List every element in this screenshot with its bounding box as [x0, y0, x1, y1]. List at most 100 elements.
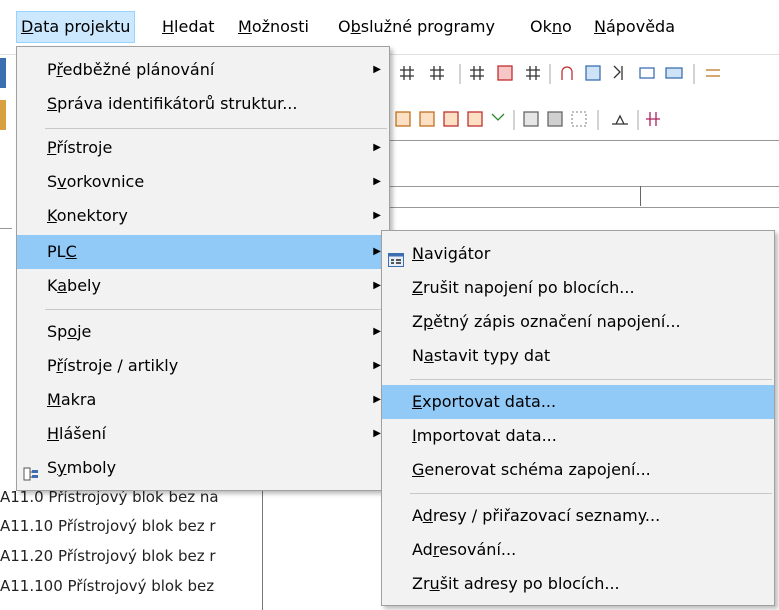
item-label-post: je	[77, 322, 92, 341]
item-label-post: avigátor	[423, 244, 491, 263]
item-label-pre: S	[47, 458, 58, 477]
list-overflow-mask	[262, 488, 291, 610]
submenu-arrow-icon: ▶	[373, 360, 381, 371]
menu-label-pre: O	[338, 17, 351, 36]
item-label-pre: P	[47, 60, 57, 79]
item-label-post: xportovat data...	[422, 392, 557, 411]
submenu-arrow-icon: ▶	[373, 280, 381, 291]
item-label-pre: PL	[47, 242, 66, 261]
item-label-pre: P	[47, 356, 57, 375]
item-label-post: práva identifikátorů struktur...	[57, 94, 298, 113]
menu-item-pristroje-artikly[interactable]: Přístroje / artikly ▶	[17, 349, 389, 383]
ruler-tick	[640, 186, 641, 206]
submenu-arrow-icon: ▶	[373, 394, 381, 405]
menu-item-symboly[interactable]: Symboly	[17, 451, 389, 485]
menu-item-spoje[interactable]: Spoje ▶	[17, 315, 389, 349]
item-label-post: bely	[67, 276, 101, 295]
menu-obsluzne-programy[interactable]: Obslužné programy	[334, 12, 499, 42]
item-label-post: stavit typy dat	[433, 346, 551, 365]
item-label-post: ístroje / artikly	[62, 356, 179, 375]
menu-item-nastavit-typy-dat[interactable]: Nastavit typy dat	[382, 339, 774, 373]
toolbar-edge-icon	[0, 58, 6, 88]
item-label-accel: Z	[412, 278, 423, 297]
plc-submenu: Navigátor Zrušit napojení po blocích... …	[381, 230, 775, 606]
menu-item-zrusit-napojeni[interactable]: Zrušit napojení po blocích...	[382, 271, 774, 305]
menu-item-navigator[interactable]: Navigátor	[382, 237, 774, 271]
item-label-pre: Ad	[412, 540, 433, 559]
item-label-pre: Z	[412, 312, 423, 331]
item-label-accel: C	[65, 242, 77, 261]
menu-item-plc[interactable]: PLC ▶	[17, 235, 389, 269]
item-label-accel: M	[47, 390, 61, 409]
menu-item-kabely[interactable]: Kabely ▶	[17, 269, 389, 303]
item-label-pre: Zr	[412, 574, 430, 593]
item-label-post: esování...	[439, 540, 517, 559]
item-label-pre: A	[412, 506, 423, 525]
item-label-post: rušit napojení po blocích...	[422, 278, 635, 297]
menu-label-post: ata projektu	[33, 17, 131, 36]
menu-label-accel: b	[350, 17, 361, 36]
item-label-post: ětný zápis označení napojení...	[433, 312, 681, 331]
menu-label-accel: M	[238, 17, 252, 36]
item-label-pre: N	[412, 346, 424, 365]
item-label-accel: u	[429, 574, 440, 593]
item-label-accel: S	[47, 94, 58, 113]
item-label-accel: d	[422, 506, 433, 525]
menu-label-accel: n	[551, 17, 562, 36]
menu-item-importovat-data[interactable]: Importovat data...	[382, 419, 774, 453]
item-label-post: onektory	[56, 206, 128, 225]
item-label-accel: v	[57, 172, 67, 191]
item-label-post: šit adresy po blocích...	[439, 574, 620, 593]
submenu-arrow-icon: ▶	[373, 326, 381, 337]
item-label-post: enerovat schéma zapojení...	[424, 460, 651, 479]
item-label-post: lášení	[59, 424, 107, 443]
toolbar-edge-icon	[0, 100, 6, 130]
menu-separator	[410, 379, 772, 380]
menu-item-sprava-identifikatoru[interactable]: Správa identifikátorů struktur...	[17, 87, 389, 121]
menu-bar: Data projektu Hledat Možnosti Obslužné p…	[0, 10, 779, 46]
navigator-icon	[388, 246, 404, 267]
menu-item-zpetny-zapis[interactable]: Zpětný zápis označení napojení...	[382, 305, 774, 339]
menu-okno[interactable]: Okno	[526, 12, 576, 42]
toolbar-row-1	[390, 58, 779, 88]
list-item: A11.100 Přístrojový blok bez	[0, 577, 215, 595]
menu-moznosti[interactable]: Možnosti	[234, 12, 313, 42]
submenu-arrow-icon: ▶	[373, 142, 381, 153]
item-label-post: řístroje	[56, 138, 113, 157]
toolbar-row-2	[390, 104, 779, 134]
menu-item-makra[interactable]: Makra ▶	[17, 383, 389, 417]
item-label-post: akra	[60, 390, 97, 409]
menu-item-adresy-seznamy[interactable]: Adresy / přiřazovací seznamy...	[382, 499, 774, 533]
menu-item-predbezne-planovani[interactable]: Předběžné plánování ▶	[17, 53, 389, 87]
item-label-accel: ř	[56, 356, 63, 375]
menu-item-pristroje[interactable]: Přístroje ▶	[17, 131, 389, 165]
item-label-accel: y	[57, 458, 67, 477]
menu-napoveda[interactable]: Nápověda	[590, 12, 679, 42]
toolbar-icons-2	[395, 110, 660, 130]
item-label-accel: N	[412, 244, 424, 263]
item-label-accel: o	[67, 322, 78, 341]
item-label-post: mportovat data...	[416, 426, 557, 445]
menu-hledat[interactable]: Hledat	[158, 12, 219, 42]
menu-item-svorkovnice[interactable]: Svorkovnice ▶	[17, 165, 389, 199]
menu-item-konektory[interactable]: Konektory ▶	[17, 199, 389, 233]
item-label-pre: Sp	[47, 322, 68, 341]
item-label-pre: K	[47, 276, 58, 295]
menu-data-projektu[interactable]: Data projektu	[16, 11, 136, 43]
submenu-arrow-icon: ▶	[373, 210, 381, 221]
menu-label-post: o	[562, 17, 572, 36]
menu-item-exportovat-data[interactable]: Exportovat data...	[382, 385, 774, 419]
item-label-post: mboly	[66, 458, 117, 477]
menu-item-zrusit-adresy[interactable]: Zrušit adresy po blocích...	[382, 567, 774, 601]
menu-label-post: ledat	[174, 17, 215, 36]
list-item: A11.20 Přístrojový blok bez r	[0, 547, 216, 565]
menu-item-adresovani[interactable]: Adresování...	[382, 533, 774, 567]
menu-separator	[45, 309, 387, 310]
item-label-accel: G	[412, 460, 425, 479]
menu-item-hlaseni[interactable]: Hlášení ▶	[17, 417, 389, 451]
ruler-strip	[390, 186, 779, 208]
menu-item-generovat-schema[interactable]: Generovat schéma zapojení...	[382, 453, 774, 487]
ruler-line	[390, 140, 779, 141]
submenu-arrow-icon: ▶	[373, 64, 381, 75]
item-label-accel: a	[423, 346, 434, 365]
